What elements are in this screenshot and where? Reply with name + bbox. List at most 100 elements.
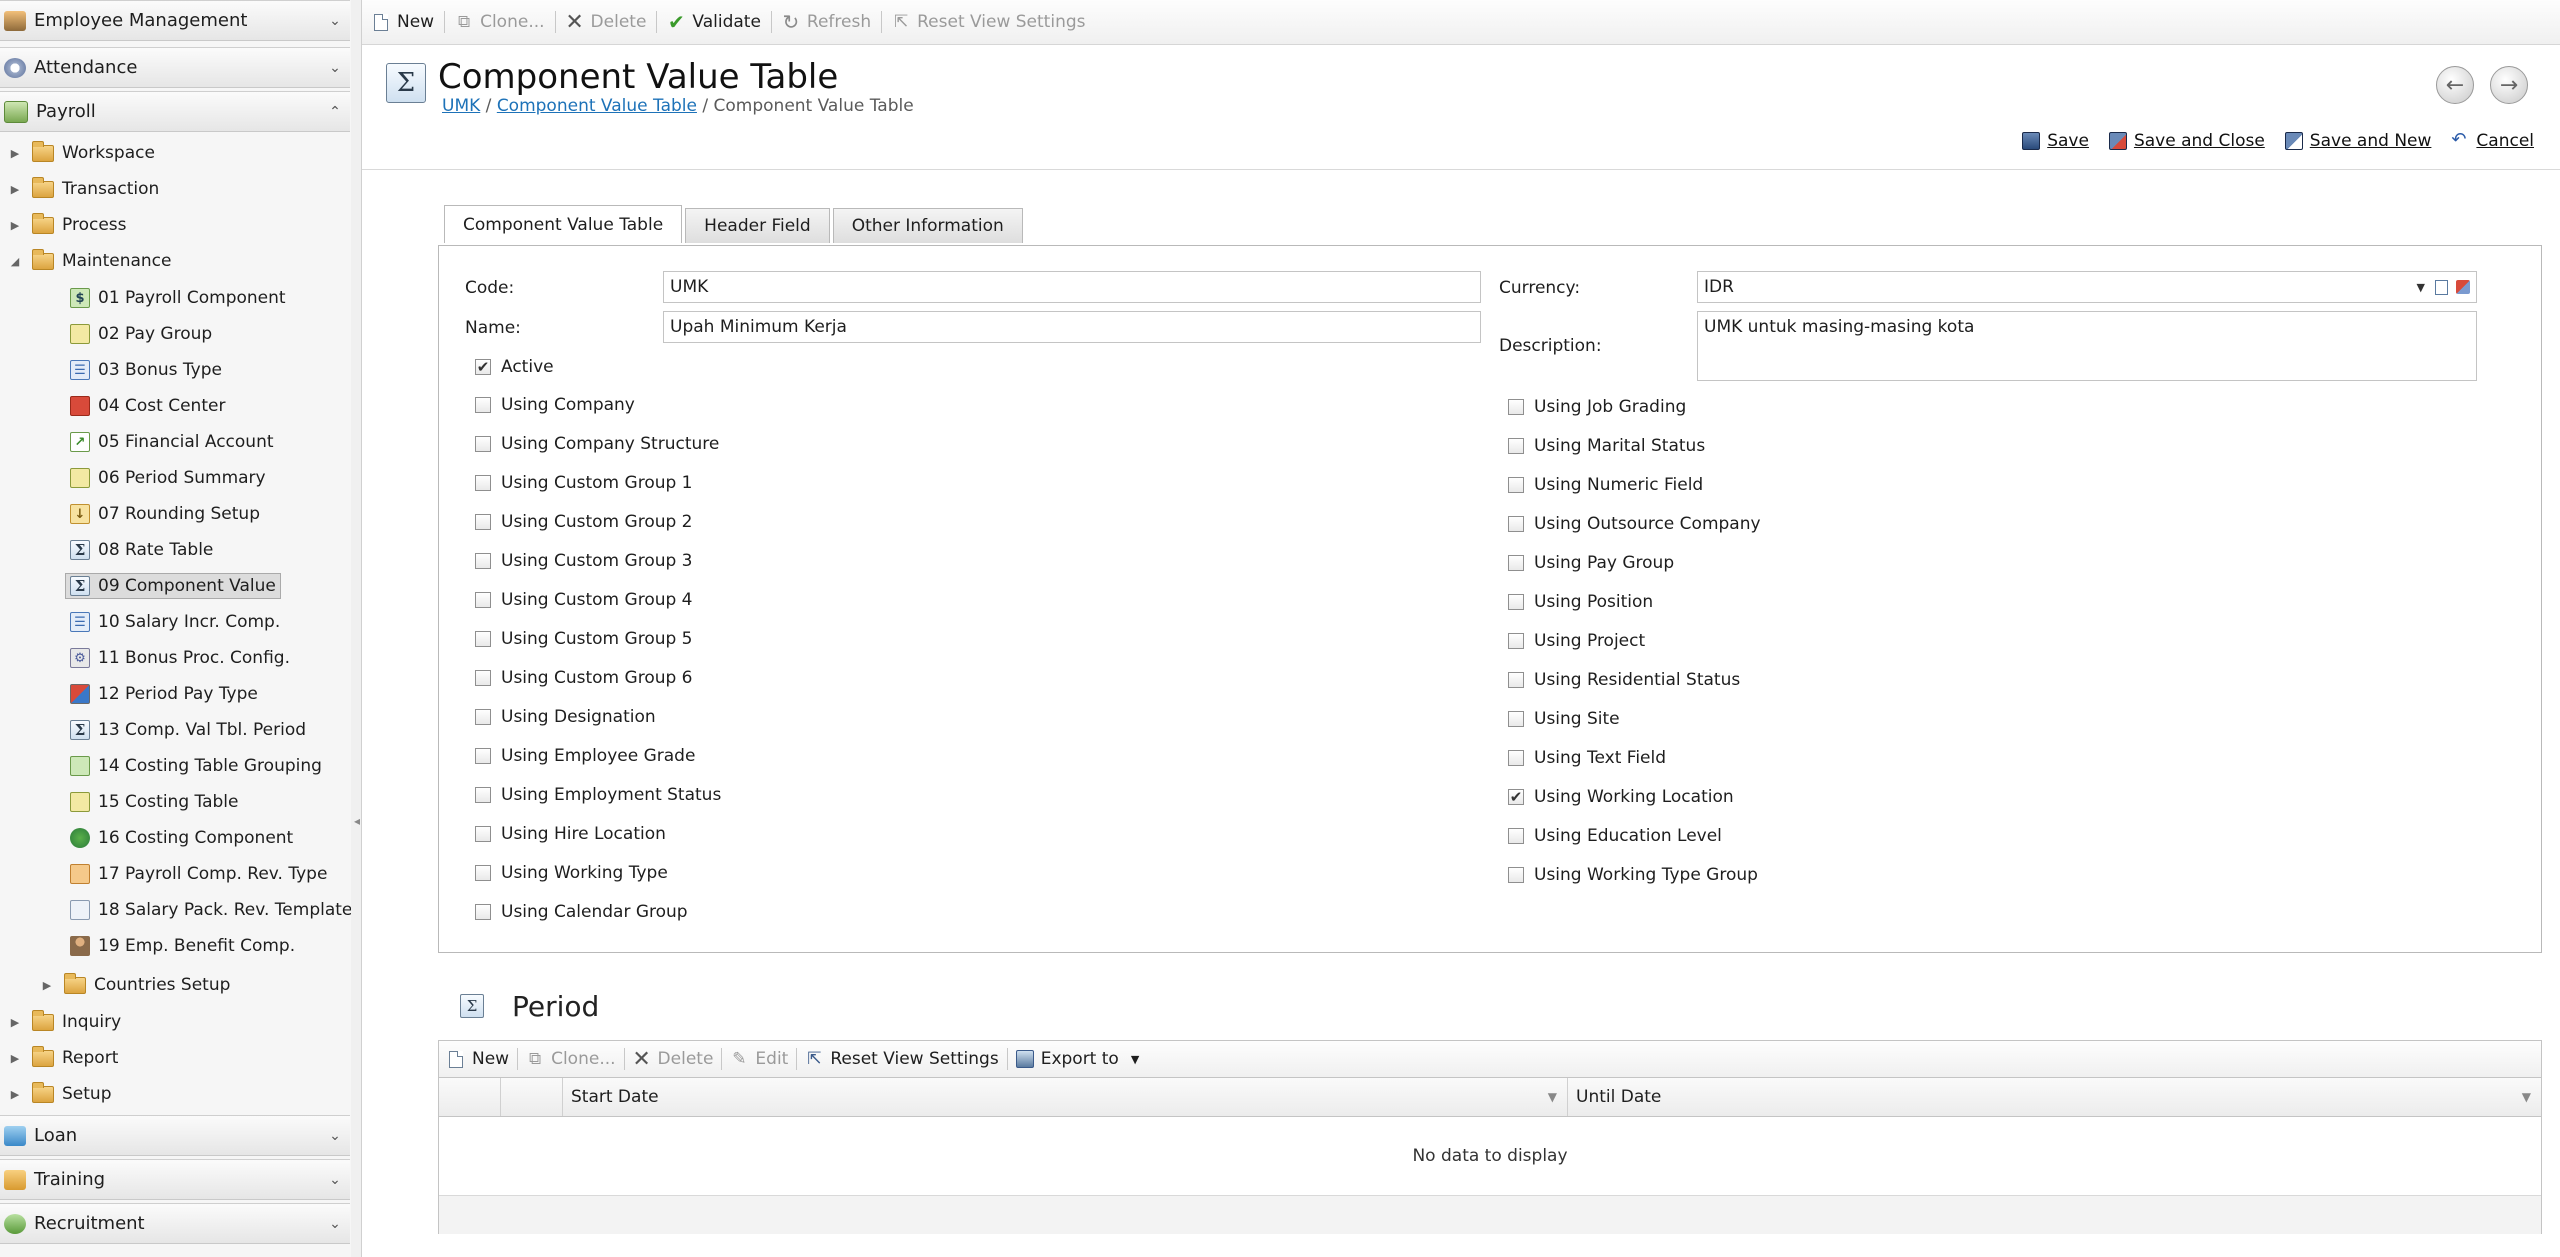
tree-item-period-summary[interactable]: 06 Period Summary [70, 461, 266, 495]
checkbox-box[interactable] [475, 865, 491, 881]
tree-item-financial-account[interactable]: ↗ 05 Financial Account [70, 425, 274, 459]
tree-item-costing-component[interactable]: 16 Costing Component [70, 821, 293, 855]
group-attendance[interactable]: Attendance ⌄ [0, 47, 350, 88]
checkbox-box[interactable] [1508, 672, 1524, 688]
option-checkbox-using-designation[interactable]: Using Designation [475, 707, 656, 727]
column-header-start-date[interactable]: Start Date ▼ [563, 1078, 1568, 1116]
period-delete-button[interactable]: ✕ Delete [625, 1041, 722, 1077]
checkbox-box[interactable] [1508, 867, 1524, 883]
expand-arrow-icon[interactable]: ▶ [8, 1016, 22, 1029]
group-employee-management[interactable]: Employee Management ⌄ [0, 0, 350, 41]
period-new-button[interactable]: New [439, 1041, 517, 1077]
currency-select[interactable]: IDR ▼ [1697, 271, 2477, 303]
group-training[interactable]: Training ⌄ [0, 1159, 350, 1200]
checkbox-box[interactable] [1508, 477, 1524, 493]
dropdown-arrow-icon[interactable]: ▼ [2417, 281, 2425, 294]
tree-item-costing-table[interactable]: 15 Costing Table [70, 785, 238, 819]
checkbox-box[interactable] [475, 631, 491, 647]
option-checkbox-using-employee-grade[interactable]: Using Employee Grade [475, 746, 695, 766]
checkbox-box[interactable] [1508, 555, 1524, 571]
tree-item-report[interactable]: ▶ Report [8, 1041, 118, 1075]
tree-item-component-value[interactable]: Σ 09 Component Value [65, 569, 281, 603]
option-checkbox-using-custom-group-3[interactable]: Using Custom Group 3 [475, 551, 693, 571]
tree-item-period-pay-type[interactable]: 12 Period Pay Type [70, 677, 258, 711]
tree-item-pay-group[interactable]: 02 Pay Group [70, 317, 212, 351]
splitter-grip-icon[interactable]: ◂ [354, 814, 360, 828]
active-checkbox[interactable]: ✔ Active [475, 357, 554, 377]
group-loan[interactable]: Loan ⌄ [0, 1115, 350, 1156]
name-input[interactable]: Upah Minimum Kerja [663, 311, 1481, 343]
tree-item-salary-incr-comp[interactable]: ☰ 10 Salary Incr. Comp. [70, 605, 280, 639]
tree-item-inquiry[interactable]: ▶ Inquiry [8, 1005, 121, 1039]
refresh-button[interactable]: ↻ Refresh [772, 0, 881, 44]
tree-item-costing-table-grouping[interactable]: 14 Costing Table Grouping [70, 749, 322, 783]
option-checkbox-using-hire-location[interactable]: Using Hire Location [475, 824, 666, 844]
expand-arrow-icon[interactable]: ▶ [8, 183, 22, 196]
option-checkbox-using-pay-group[interactable]: Using Pay Group [1508, 553, 1674, 573]
checkbox-box[interactable] [1508, 516, 1524, 532]
expand-arrow-icon[interactable]: ▶ [8, 1052, 22, 1065]
tree-item-process[interactable]: ▶ Process [8, 208, 127, 242]
tree-item-countries-setup[interactable]: ▶ Countries Setup [40, 968, 230, 1002]
sidebar-splitter[interactable]: ◂ [351, 0, 362, 1257]
option-checkbox-using-calendar-group[interactable]: Using Calendar Group [475, 902, 688, 922]
filter-icon[interactable]: ▼ [2522, 1090, 2531, 1104]
option-checkbox-using-site[interactable]: Using Site [1508, 709, 1620, 729]
document-icon[interactable] [2435, 279, 2448, 295]
tree-item-payroll-comp-rev-type[interactable]: 17 Payroll Comp. Rev. Type [70, 857, 327, 891]
option-checkbox-using-company-structure[interactable]: Using Company Structure [475, 434, 719, 454]
option-checkbox-using-marital-status[interactable]: Using Marital Status [1508, 436, 1705, 456]
next-record-button[interactable]: → [2490, 66, 2528, 104]
option-checkbox-using-custom-group-5[interactable]: Using Custom Group 5 [475, 629, 693, 649]
option-checkbox-using-position[interactable]: Using Position [1508, 592, 1653, 612]
checkbox-box[interactable] [1508, 633, 1524, 649]
expand-arrow-icon[interactable]: ▶ [8, 1088, 22, 1101]
checkbox-box[interactable] [1508, 711, 1524, 727]
save-and-close-button[interactable]: Save and Close [2108, 131, 2265, 151]
checkbox-box[interactable] [475, 553, 491, 569]
expand-arrow-icon[interactable]: ▶ [8, 147, 22, 160]
option-checkbox-using-residential-status[interactable]: Using Residential Status [1508, 670, 1740, 690]
new-button[interactable]: New [362, 0, 444, 44]
checkbox-box[interactable] [475, 397, 491, 413]
checkbox-box[interactable] [475, 826, 491, 842]
option-checkbox-using-outsource-company[interactable]: Using Outsource Company [1508, 514, 1761, 534]
option-checkbox-using-working-type-group[interactable]: Using Working Type Group [1508, 865, 1758, 885]
checkbox-box[interactable]: ✔ [1508, 789, 1524, 805]
option-checkbox-using-custom-group-1[interactable]: Using Custom Group 1 [475, 473, 693, 493]
period-edit-button[interactable]: ✎ Edit [722, 1041, 796, 1077]
checkbox-box[interactable] [475, 748, 491, 764]
delete-button[interactable]: ✕ Delete [556, 0, 657, 44]
checkbox-box[interactable] [1508, 399, 1524, 415]
previous-record-button[interactable]: ← [2436, 66, 2474, 104]
option-checkbox-using-education-level[interactable]: Using Education Level [1508, 826, 1722, 846]
checkbox-box[interactable] [1508, 594, 1524, 610]
cancel-button[interactable]: ↶ Cancel [2451, 131, 2534, 152]
checkbox-box[interactable] [475, 787, 491, 803]
group-recruitment[interactable]: Recruitment ⌄ [0, 1203, 350, 1244]
tree-item-payroll-component[interactable]: $ 01 Payroll Component [70, 281, 286, 315]
checkbox-box[interactable] [475, 592, 491, 608]
tree-item-rate-table[interactable]: Σ 08 Rate Table [70, 533, 213, 567]
option-checkbox-using-working-type[interactable]: Using Working Type [475, 863, 668, 883]
tree-item-cost-center[interactable]: 04 Cost Center [70, 389, 225, 423]
checkbox-box[interactable] [475, 709, 491, 725]
tab-other-information[interactable]: Other Information [832, 208, 1023, 243]
breadcrumb-link-component-value-table[interactable]: Component Value Table [497, 96, 697, 116]
group-payroll[interactable]: Payroll ⌃ [0, 91, 350, 132]
eraser-icon[interactable] [2456, 280, 2470, 294]
checkbox-box[interactable] [475, 514, 491, 530]
checkbox-box[interactable] [475, 436, 491, 452]
tab-component-value-table[interactable]: Component Value Table [444, 205, 683, 243]
tree-item-comp-val-tbl-period[interactable]: Σ 13 Comp. Val Tbl. Period [70, 713, 306, 747]
tree-item-workspace[interactable]: ▶ Workspace [8, 136, 155, 170]
option-checkbox-using-working-location[interactable]: ✔ Using Working Location [1508, 787, 1734, 807]
option-checkbox-using-employment-status[interactable]: Using Employment Status [475, 785, 721, 805]
tab-header-field[interactable]: Header Field [685, 208, 830, 243]
option-checkbox-using-company[interactable]: Using Company [475, 395, 635, 415]
option-checkbox-using-numeric-field[interactable]: Using Numeric Field [1508, 475, 1703, 495]
checkbox-box[interactable] [1508, 828, 1524, 844]
expand-arrow-icon[interactable]: ▶ [40, 979, 54, 992]
option-checkbox-using-job-grading[interactable]: Using Job Grading [1508, 397, 1686, 417]
option-checkbox-using-custom-group-2[interactable]: Using Custom Group 2 [475, 512, 693, 532]
